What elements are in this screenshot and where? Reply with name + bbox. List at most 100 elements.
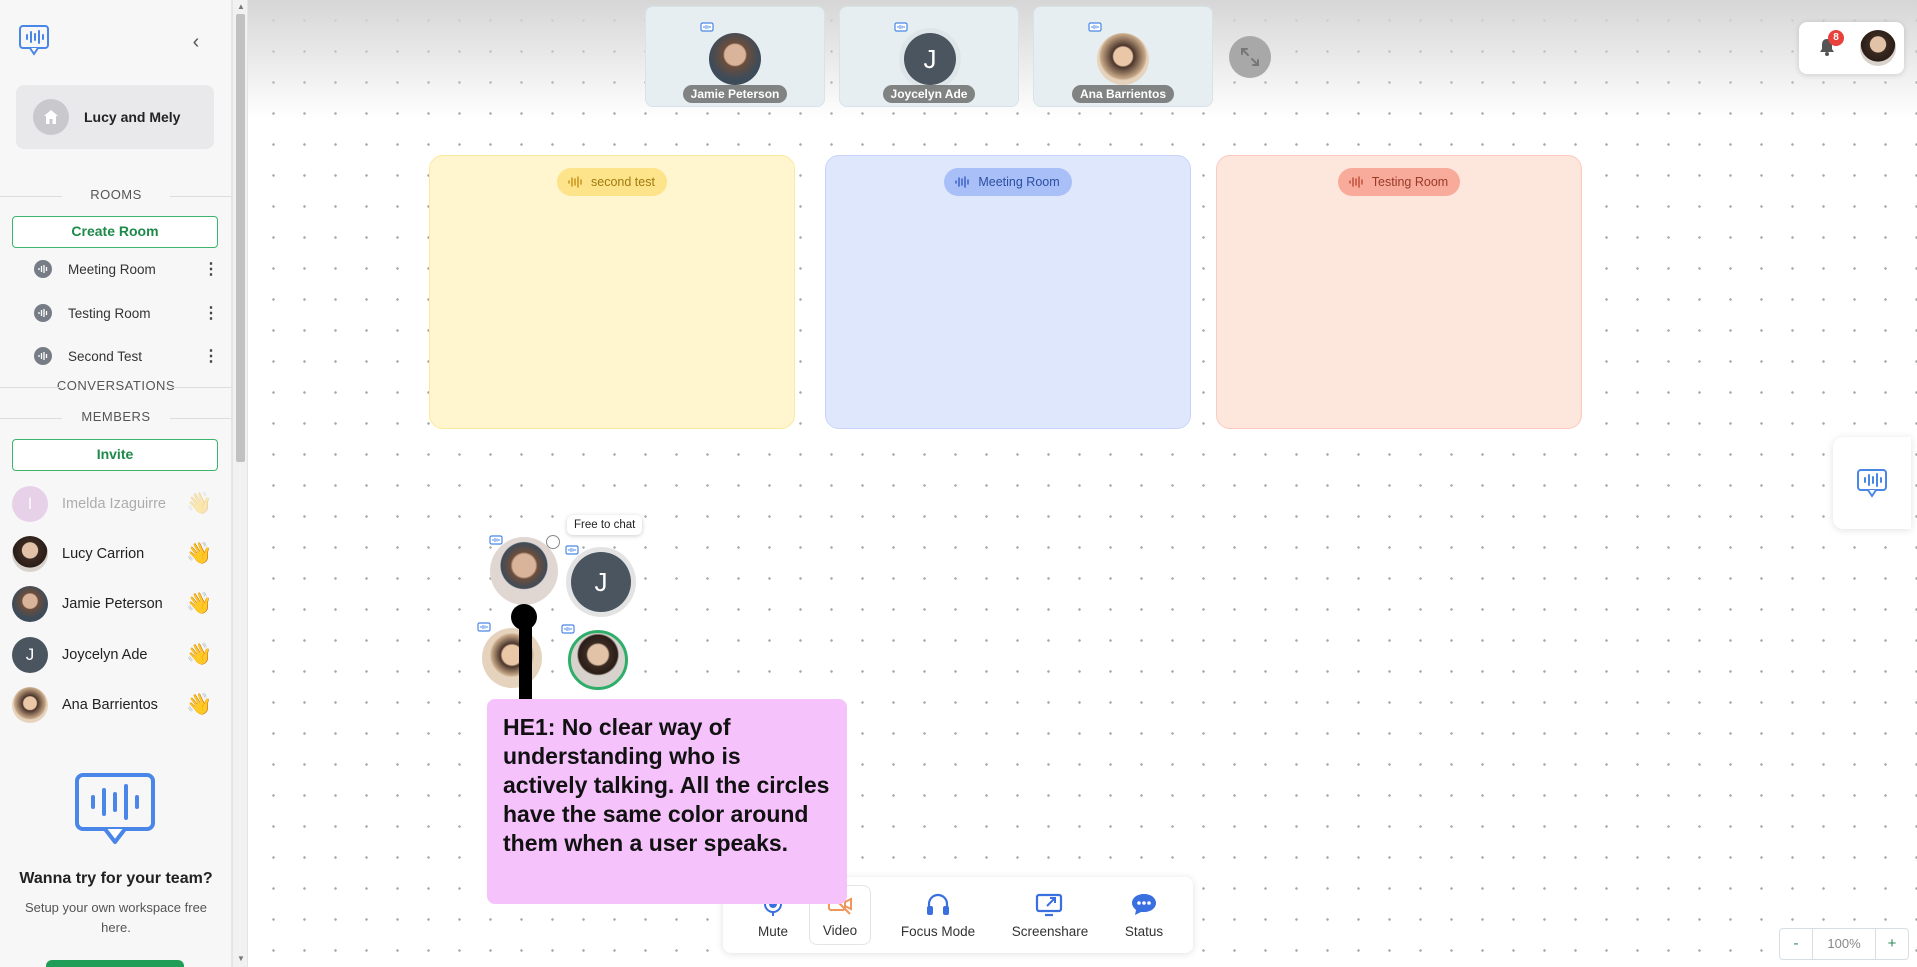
promo-logo-icon bbox=[74, 772, 156, 846]
annotation-pointer-dot bbox=[511, 604, 537, 630]
app-logo-icon[interactable] bbox=[18, 24, 50, 56]
member-joycelyn-ade[interactable]: J Joycelyn Ade 👋 bbox=[12, 635, 212, 675]
wave-hand-icon[interactable]: 👋 bbox=[186, 491, 212, 517]
room-label: Testing Room bbox=[68, 305, 151, 321]
zoom-control: - 100% + bbox=[1779, 928, 1909, 960]
scroll-up-arrow-icon[interactable]: ▲ bbox=[236, 2, 246, 12]
header-user-panel: 8 bbox=[1799, 22, 1904, 74]
member-imelda-izaguirre[interactable]: I Imelda Izaguirre 👋 bbox=[12, 484, 212, 524]
canvas-avatar-ana-barrientos[interactable] bbox=[482, 628, 542, 688]
sidebar: ‹ Lucy and Mely ROOMS Create Room Meetin… bbox=[0, 0, 232, 967]
video-tile-name: Ana Barrientos bbox=[1071, 85, 1175, 103]
tool-label: Mute bbox=[757, 924, 788, 939]
avatar bbox=[1097, 33, 1149, 85]
screenshare-button[interactable]: Screenshare bbox=[1009, 885, 1091, 945]
status-button[interactable]: Status bbox=[1119, 885, 1169, 945]
member-name: Ana Barrientos bbox=[62, 697, 158, 713]
scrollbar-thumb[interactable] bbox=[236, 14, 245, 462]
chat-bubble-icon bbox=[561, 623, 575, 635]
wave-hand-icon[interactable]: 👋 bbox=[186, 591, 212, 617]
member-name: Joycelyn Ade bbox=[62, 647, 148, 663]
kebab-icon[interactable]: ⋮ bbox=[203, 346, 219, 366]
member-lucy-carrion[interactable]: Lucy Carrion 👋 bbox=[12, 534, 212, 574]
headphones-icon bbox=[927, 893, 949, 915]
expand-icon[interactable] bbox=[1229, 36, 1271, 78]
focus-mode-button[interactable]: Focus Mode bbox=[897, 885, 979, 945]
room-card-second-test[interactable]: second test bbox=[429, 155, 795, 429]
invite-button[interactable]: Invite bbox=[12, 439, 218, 471]
room-card-testing-room[interactable]: Testing Room bbox=[1216, 155, 1582, 429]
wave-hand-icon[interactable]: 👋 bbox=[186, 692, 212, 718]
zoom-in-button[interactable]: + bbox=[1876, 929, 1908, 959]
workspace-selector[interactable]: Lucy and Mely bbox=[16, 85, 214, 149]
chat-bubble-icon bbox=[700, 21, 714, 33]
conversations-section-label: CONVERSATIONS bbox=[0, 378, 231, 393]
audio-wave-icon bbox=[34, 304, 52, 322]
sidebar-scrollbar[interactable]: ▲ ▼ bbox=[232, 0, 248, 967]
room-pill[interactable]: Meeting Room bbox=[944, 168, 1072, 196]
video-tile-ana-barrientos[interactable]: Ana Barrientos bbox=[1033, 6, 1213, 107]
member-ana-barrientos[interactable]: Ana Barrientos 👋 bbox=[12, 685, 212, 725]
chat-bubble-icon bbox=[1088, 21, 1102, 33]
avatar bbox=[709, 33, 761, 85]
avatar: J bbox=[12, 637, 48, 673]
scroll-down-arrow-icon[interactable]: ▼ bbox=[236, 954, 246, 964]
room-pill[interactable]: Testing Room bbox=[1337, 168, 1461, 196]
room-card-meeting-room[interactable]: Meeting Room bbox=[825, 155, 1191, 429]
workspace-name: Lucy and Mely bbox=[84, 109, 181, 125]
sidebar-room-testing[interactable]: Testing Room ⋮ bbox=[34, 300, 219, 326]
tool-label: Video bbox=[822, 923, 858, 938]
status-indicator bbox=[546, 535, 560, 549]
promo-title: Wanna try for your team? bbox=[19, 870, 213, 887]
sidebar-room-meeting[interactable]: Meeting Room ⋮ bbox=[34, 256, 219, 282]
tool-label: Screenshare bbox=[1011, 924, 1089, 939]
rooms-section-label: ROOMS bbox=[0, 187, 231, 202]
canvas-avatar-lucy-carrion[interactable] bbox=[568, 630, 628, 690]
collapse-sidebar-chevron-left-icon[interactable]: ‹ bbox=[186, 30, 206, 54]
room-card-label: Testing Room bbox=[1371, 175, 1449, 189]
home-icon bbox=[33, 99, 69, 135]
kebab-icon[interactable]: ⋮ bbox=[203, 259, 219, 279]
current-user-avatar[interactable] bbox=[1860, 30, 1896, 66]
members-section-label: MEMBERS bbox=[0, 409, 231, 424]
member-name: Jamie Peterson bbox=[62, 596, 163, 612]
room-card-label: second test bbox=[591, 175, 655, 189]
video-tile-name: Joycelyn Ade bbox=[882, 85, 976, 103]
wave-hand-icon[interactable]: 👋 bbox=[186, 642, 212, 668]
zoom-level: 100% bbox=[1812, 929, 1876, 959]
chat-bubble-icon bbox=[565, 544, 579, 556]
chat-bubble-icon bbox=[894, 21, 908, 33]
chat-logo-icon bbox=[1857, 469, 1887, 498]
room-label: Meeting Room bbox=[68, 261, 156, 277]
avatar bbox=[12, 536, 48, 572]
video-tile-joycelyn-ade[interactable]: J Joycelyn Ade bbox=[839, 6, 1019, 107]
screenshare-icon bbox=[1035, 893, 1063, 917]
room-pill[interactable]: second test bbox=[557, 168, 667, 196]
promo-setup-button[interactable] bbox=[46, 960, 184, 967]
tool-label: Focus Mode bbox=[900, 924, 976, 939]
promo-subtitle: Setup your own workspace free here. bbox=[24, 900, 208, 935]
status-tooltip: Free to chat bbox=[567, 515, 643, 535]
wave-hand-icon[interactable]: 👋 bbox=[186, 541, 212, 567]
sidebar-room-second-test[interactable]: Second Test ⋮ bbox=[34, 343, 219, 369]
chat-bubble-icon bbox=[477, 621, 491, 633]
audio-wave-icon bbox=[34, 347, 52, 365]
room-label: Second Test bbox=[68, 348, 143, 364]
create-room-button[interactable]: Create Room bbox=[12, 216, 218, 248]
member-jamie-peterson[interactable]: Jamie Peterson 👋 bbox=[12, 584, 212, 624]
avatar bbox=[12, 687, 48, 723]
room-card-label: Meeting Room bbox=[978, 175, 1060, 189]
notification-badge: 8 bbox=[1828, 30, 1844, 46]
audio-wave-icon bbox=[1349, 176, 1363, 188]
kebab-icon[interactable]: ⋮ bbox=[203, 303, 219, 323]
audio-wave-icon bbox=[568, 176, 582, 188]
video-tile-jamie-peterson[interactable]: Jamie Peterson bbox=[645, 6, 825, 107]
avatar: I bbox=[12, 486, 48, 522]
tool-label: Status bbox=[1124, 924, 1164, 939]
zoom-out-button[interactable]: - bbox=[1780, 929, 1812, 959]
side-chat-widget[interactable] bbox=[1833, 437, 1911, 529]
canvas-avatar-joycelyn-ade[interactable]: J bbox=[571, 552, 631, 612]
member-name: Imelda Izaguirre bbox=[62, 496, 166, 512]
video-tile-name: Jamie Peterson bbox=[682, 85, 788, 103]
avatar bbox=[12, 586, 48, 622]
